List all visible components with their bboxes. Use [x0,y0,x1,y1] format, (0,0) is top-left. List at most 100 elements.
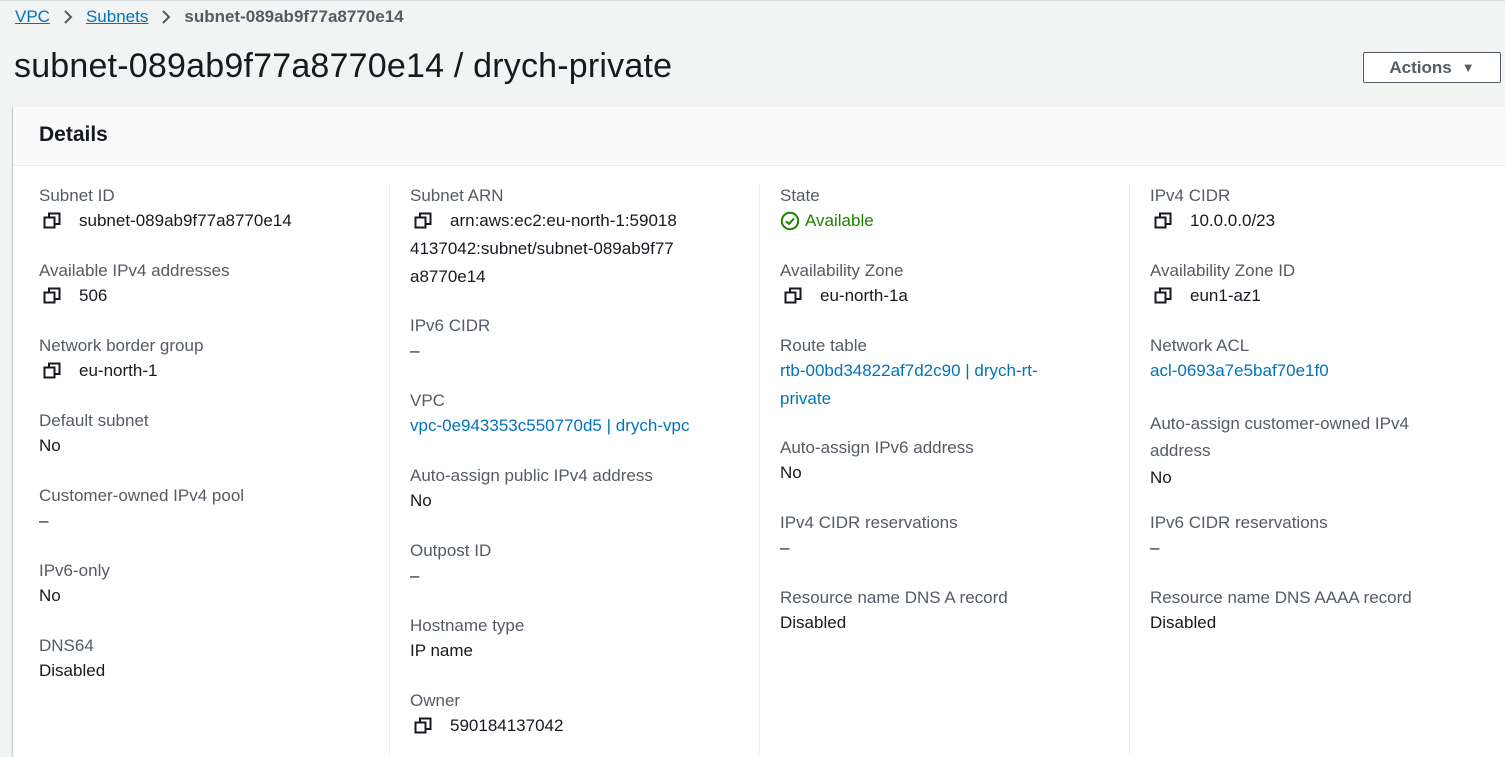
field-label: IPv6 CIDR reservations [1150,513,1328,532]
network-border-group-value: eu-north-1 [79,361,158,380]
field-label: Hostname type [410,616,525,635]
field-dns-a-record: Resource name DNS A record Disabled [780,587,1008,637]
field-outpost-id: Outpost ID – [410,540,491,590]
copy-icon[interactable] [43,357,63,385]
field-label: Default subnet [39,411,149,430]
field-label: VPC [410,391,445,410]
copy-icon[interactable] [1154,207,1174,235]
field-label: Customer-owned IPv4 pool [39,486,245,505]
field-label: Available IPv4 addresses [39,261,230,280]
field-label: Owner [410,691,461,710]
field-ipv6-cidr: IPv6 CIDR – [410,315,490,365]
field-auto-ipv6: Auto-assign IPv6 address No [780,437,974,487]
details-title: Details [39,123,108,146]
network-acl-link[interactable]: acl-0693a7e5baf70e1f0 [1150,357,1329,385]
top-divider [0,0,1505,1]
breadcrumb-current: subnet-089ab9f77a8770e14 [184,7,404,26]
field-ipv6-only: IPv6-only No [39,560,110,610]
field-availability-zone-id: Availability Zone ID eun1-az1 [1150,260,1295,310]
outpost-id-value: – [410,566,420,585]
route-table-link[interactable]: rtb-00bd34822af7d2c90 | drych-rt-private [780,357,1080,413]
ipv6-cidr-reservations-value: – [1150,538,1160,557]
subnet-arn-value: arn:aws:ec2:eu-north-1:590184137042:subn… [410,211,677,286]
ipv4-cidr-reservations-value: – [780,538,790,557]
column-divider [759,184,760,754]
field-label: Network ACL [1150,336,1250,355]
column-divider [1129,184,1130,754]
copy-icon[interactable] [414,207,434,235]
field-label: Route table [780,336,867,355]
field-auto-customer-owned: Auto-assign customer-owned IPv4 address … [1150,410,1450,492]
field-owner: Owner 590184137042 [410,690,563,740]
field-label: Availability Zone ID [1150,261,1296,280]
copy-icon[interactable] [784,282,804,310]
copy-icon[interactable] [43,282,63,310]
breadcrumb: VPC Subnets subnet-089ab9f77a8770e14 [15,6,404,28]
copy-icon[interactable] [43,207,63,235]
available-ipv4-value: 506 [79,286,108,305]
field-label: Resource name DNS A record [780,588,1008,607]
field-label: IPv6 CIDR [410,316,491,335]
field-label: IPv4 CIDR reservations [780,513,958,532]
field-network-border-group: Network border group eu-north-1 [39,335,203,385]
field-label: DNS64 [39,636,94,655]
hostname-type-value: IP name [410,641,474,660]
owner-value: 590184137042 [450,716,564,735]
field-ipv4-cidr-reservations: IPv4 CIDR reservations – [780,512,958,562]
field-route-table: Route table rtb-00bd34822af7d2c90 | dryc… [780,335,1080,413]
field-state: State Available [780,185,874,235]
field-availability-zone: Availability Zone eu-north-1a [780,260,908,310]
copy-icon[interactable] [1154,282,1174,310]
field-dns-aaaa-record: Resource name DNS AAAA record Disabled [1150,587,1412,637]
dns64-value: Disabled [39,661,106,680]
field-customer-owned-pool: Customer-owned IPv4 pool – [39,485,244,535]
field-label: Auto-assign public IPv4 address [410,466,653,485]
status-positive-icon [780,211,800,231]
field-default-subnet: Default subnet No [39,410,149,460]
state-status: Available [780,207,874,235]
dns-a-record-value: Disabled [780,613,847,632]
default-subnet-value: No [39,436,61,455]
ipv6-cidr-value: – [410,341,420,360]
field-label: State [780,186,820,205]
field-label: Auto-assign customer-owned IPv4 address [1150,414,1409,460]
field-subnet-arn: Subnet ARN arn:aws:ec2:eu-north-1:590184… [410,185,710,291]
subnet-id-value: subnet-089ab9f77a8770e14 [79,211,292,230]
field-hostname-type: Hostname type IP name [410,615,524,665]
auto-customer-owned-value: No [1150,468,1172,487]
caret-down-icon: ▼ [1461,60,1475,75]
field-vpc: VPC vpc-0e943353c550770d5 | drych-vpc [410,390,689,440]
availability-zone-value: eu-north-1a [820,286,908,305]
field-dns64: DNS64 Disabled [39,635,105,685]
actions-button-label: Actions [1389,57,1452,77]
actions-button[interactable]: Actions ▼ [1363,52,1501,83]
availability-zone-id-value: eun1-az1 [1190,286,1261,305]
field-network-acl: Network ACL acl-0693a7e5baf70e1f0 [1150,335,1329,385]
auto-public-ipv4-value: No [410,491,432,510]
field-label: Availability Zone [780,261,904,280]
field-label: Subnet ARN [410,186,504,205]
chevron-right-icon [161,9,171,25]
column-divider [389,184,390,754]
field-label: Resource name DNS AAAA record [1150,588,1412,607]
ipv6-only-value: No [39,586,61,605]
vpc-link[interactable]: vpc-0e943353c550770d5 | drych-vpc [410,412,689,440]
ipv4-cidr-value: 10.0.0.0/23 [1190,211,1276,230]
customer-owned-pool-value: – [39,511,49,530]
dns-aaaa-record-value: Disabled [1150,613,1217,632]
field-ipv4-cidr: IPv4 CIDR 10.0.0.0/23 [1150,185,1275,235]
field-auto-public-ipv4: Auto-assign public IPv4 address No [410,465,653,515]
field-available-ipv4: Available IPv4 addresses 506 [39,260,230,310]
auto-ipv6-value: No [780,463,802,482]
field-label: Network border group [39,336,204,355]
field-ipv6-cidr-reservations: IPv6 CIDR reservations – [1150,512,1328,562]
breadcrumb-vpc-link[interactable]: VPC [15,7,50,27]
field-label: Auto-assign IPv6 address [780,438,974,457]
field-label: IPv4 CIDR [1150,186,1231,205]
field-label: Outpost ID [410,541,492,560]
copy-icon[interactable] [414,712,434,740]
breadcrumb-subnets-link[interactable]: Subnets [86,7,148,27]
field-subnet-id: Subnet ID subnet-089ab9f77a8770e14 [39,185,292,235]
field-label: IPv6-only [39,561,110,580]
field-label: Subnet ID [39,186,115,205]
